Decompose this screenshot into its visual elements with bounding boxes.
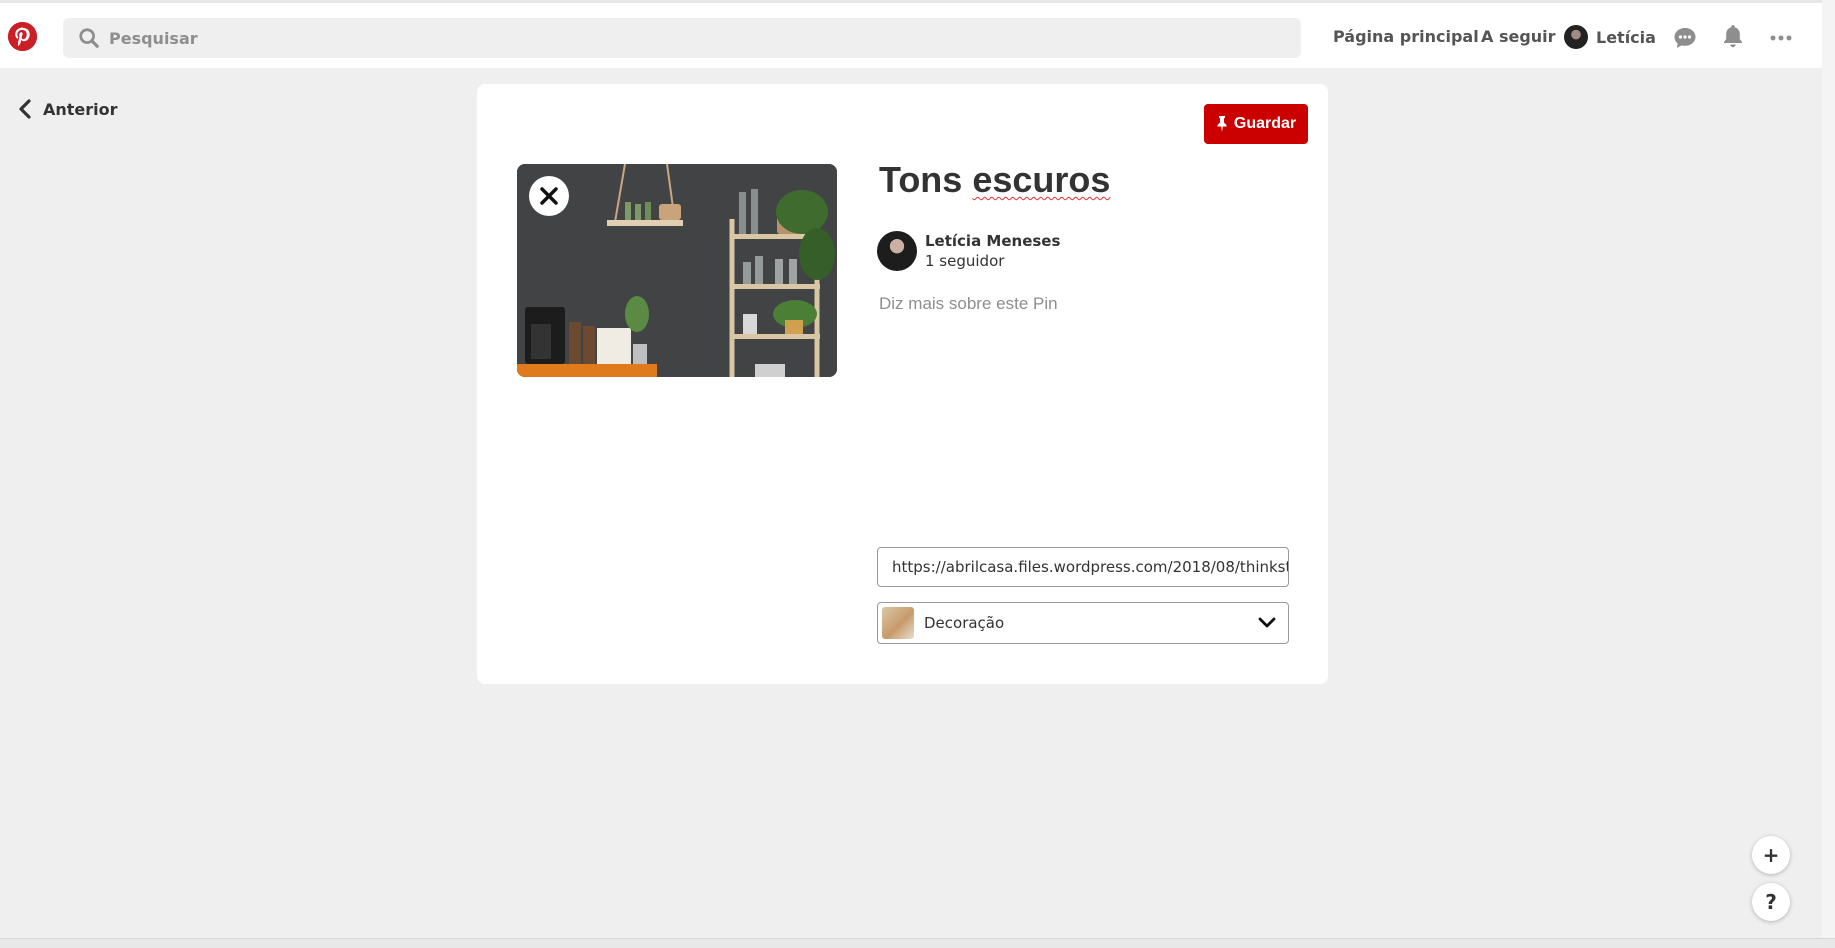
pin-icon <box>1217 116 1227 132</box>
board-name: Decoração <box>924 614 1005 632</box>
nav-following-link[interactable]: A seguir <box>1481 27 1556 46</box>
remove-image-button[interactable] <box>529 176 569 216</box>
author-avatar <box>877 231 917 271</box>
help-button[interactable]: ? <box>1752 883 1790 921</box>
search-input[interactable]: Pesquisar <box>109 29 198 48</box>
back-button[interactable]: Anterior <box>17 98 118 120</box>
pinterest-logo-icon <box>8 22 37 51</box>
author-name: Letícia Meneses <box>925 232 1061 250</box>
back-label: Anterior <box>43 99 118 119</box>
save-button-label: Guardar <box>1233 115 1297 132</box>
avatar <box>1564 25 1588 49</box>
pin-edit-card: Guardar Tons escuros Letícia Meneses 1 s… <box>477 84 1328 684</box>
url-field[interactable]: https://abrilcasa.files.wordpress.com/20… <box>877 547 1289 587</box>
chevron-down-icon <box>1258 617 1276 628</box>
bell-icon[interactable] <box>1720 23 1746 49</box>
nav-home-link[interactable]: Página principal <box>1333 27 1479 46</box>
author-followers: 1 seguidor <box>925 252 1005 270</box>
description-input[interactable]: Diz mais sobre este Pin <box>879 294 1058 314</box>
search-icon <box>79 28 99 48</box>
pin-title-input[interactable]: Tons escuros <box>879 159 1110 201</box>
add-button[interactable]: + <box>1752 836 1790 874</box>
pin-title-misspelled-word: escuros <box>972 159 1111 200</box>
vertical-scrollbar[interactable] <box>1822 0 1835 938</box>
search-bar[interactable]: Pesquisar <box>63 18 1301 58</box>
chevron-left-icon <box>19 99 31 119</box>
bottom-taskbar <box>0 938 1835 948</box>
top-nav: Pesquisar Página principal A seguir Letí… <box>0 0 1822 68</box>
chat-icon[interactable] <box>1672 25 1698 51</box>
pin-author[interactable]: Letícia Meneses 1 seguidor <box>877 231 1060 271</box>
pin-title-prefix: Tons <box>879 159 973 200</box>
nav-user-name: Letícia <box>1596 27 1656 47</box>
pinterest-logo[interactable] <box>8 22 37 51</box>
close-icon <box>540 187 558 205</box>
board-select[interactable]: Decoração <box>877 602 1289 644</box>
nav-profile-link[interactable]: Letícia <box>1564 25 1656 49</box>
more-icon[interactable] <box>1768 25 1794 51</box>
board-thumbnail <box>882 607 914 639</box>
save-button[interactable]: Guardar <box>1204 104 1308 144</box>
